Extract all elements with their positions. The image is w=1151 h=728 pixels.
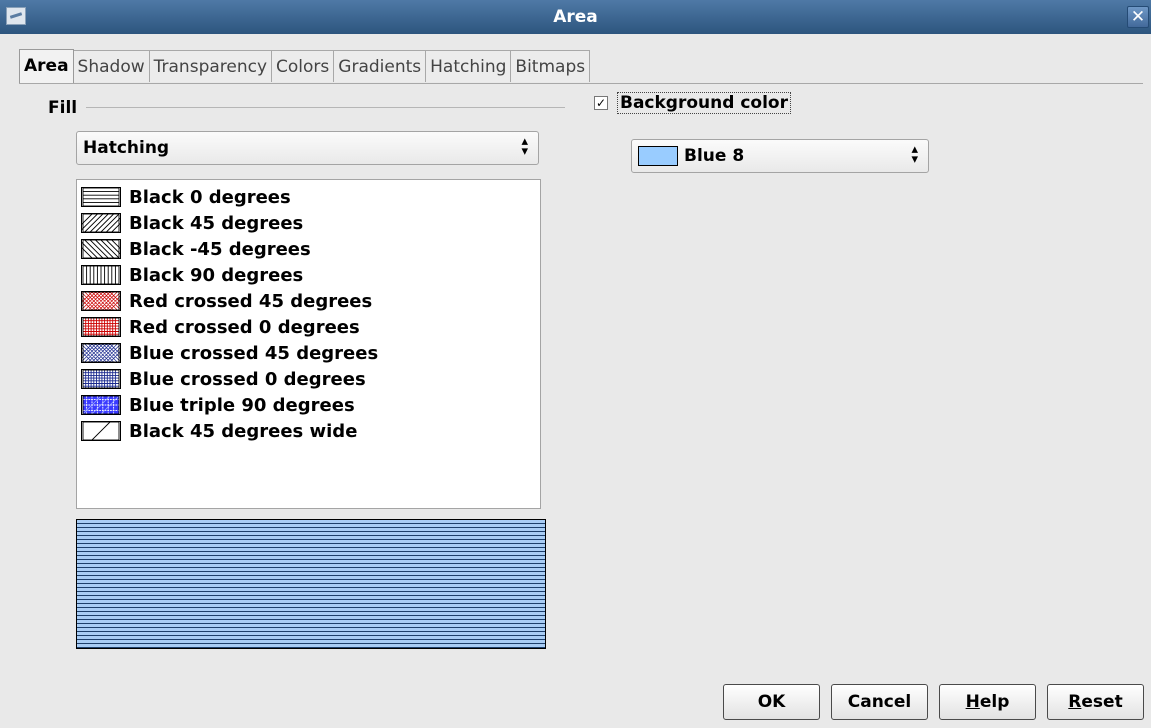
list-item-label: Black -45 degrees	[129, 238, 311, 260]
list-item-label: Red crossed 45 degrees	[129, 290, 373, 312]
cancel-button[interactable]: Cancel	[831, 684, 928, 720]
fill-type-select[interactable]: Hatching ▴ ▾	[76, 131, 539, 165]
list-item-label: Blue crossed 45 degrees	[129, 342, 379, 364]
hatch-black-45-wide-icon	[81, 421, 121, 441]
fill-section-rule	[86, 107, 565, 108]
hatch-blue-crossed-0-icon	[81, 369, 121, 389]
ok-button[interactable]: OK	[723, 684, 820, 720]
background-color-select[interactable]: Blue 8 ▴ ▾	[631, 139, 929, 173]
list-item[interactable]: Red crossed 45 degrees	[81, 288, 372, 314]
reset-label-rest: eset	[1081, 692, 1123, 712]
background-color-value: Blue 8	[684, 146, 745, 166]
tab-area[interactable]: Area	[19, 49, 74, 83]
list-item-label: Blue triple 90 degrees	[129, 394, 355, 416]
tab-shadow[interactable]: Shadow	[72, 50, 150, 82]
list-item[interactable]: Blue crossed 0 degrees	[81, 366, 366, 392]
title-bar: Area ✕	[0, 0, 1151, 34]
tab-bar: Area Shadow Transparency Colors Gradient…	[19, 49, 591, 83]
tab-bitmaps[interactable]: Bitmaps	[510, 50, 591, 82]
list-item-label: Black 45 degrees wide	[129, 420, 358, 442]
list-item[interactable]: Blue triple 90 degrees	[81, 392, 355, 418]
reset-button[interactable]: Reset	[1047, 684, 1144, 720]
fill-type-value: Hatching	[83, 138, 170, 158]
updown-arrows-icon: ▴ ▾	[521, 134, 528, 159]
list-item-label: Black 90 degrees	[129, 264, 304, 286]
tab-transparency[interactable]: Transparency	[148, 50, 273, 82]
background-color-label[interactable]: Background color	[617, 92, 791, 114]
hatch-black-90-icon	[81, 265, 121, 285]
window-title: Area	[553, 7, 598, 27]
hatch-black-45-icon	[81, 213, 121, 233]
list-item[interactable]: Red crossed 0 degrees	[81, 314, 360, 340]
tab-colors[interactable]: Colors	[271, 50, 335, 82]
tab-hatching[interactable]: Hatching	[425, 50, 512, 82]
list-item-label: Blue crossed 0 degrees	[129, 368, 366, 390]
hatch-preview	[76, 519, 546, 649]
list-item-label: Black 45 degrees	[129, 212, 304, 234]
list-item[interactable]: Blue crossed 45 degrees	[81, 340, 378, 366]
hatch-blue-crossed-45-icon	[81, 343, 121, 363]
color-swatch	[638, 146, 678, 166]
updown-arrows-icon: ▴ ▾	[911, 142, 918, 167]
help-label-rest: elp	[979, 692, 1010, 712]
help-mnemonic: H	[965, 692, 980, 712]
tab-divider	[19, 83, 1143, 84]
background-color-checkbox[interactable]: ✓	[594, 96, 608, 110]
hatch-blue-triple-90-icon	[81, 395, 121, 415]
fill-section-label: Fill	[48, 98, 78, 118]
close-button[interactable]: ✕	[1127, 6, 1149, 28]
hatch-black-minus45-icon	[81, 239, 121, 259]
list-item[interactable]: Black 0 degrees	[81, 184, 291, 210]
help-button[interactable]: Help	[939, 684, 1036, 720]
hatching-list[interactable]: Black 0 degrees Black 45 degrees Black -…	[76, 179, 541, 509]
list-item[interactable]: Black -45 degrees	[81, 236, 311, 262]
hatch-red-crossed-0-icon	[81, 317, 121, 337]
tab-gradients[interactable]: Gradients	[333, 50, 427, 82]
list-item[interactable]: Black 90 degrees	[81, 262, 303, 288]
hatch-red-crossed-45-icon	[81, 291, 121, 311]
list-item-label: Black 0 degrees	[129, 186, 291, 208]
hatch-black-0-icon	[81, 187, 121, 207]
list-item[interactable]: Black 45 degrees	[81, 210, 303, 236]
list-item[interactable]: Black 45 degrees wide	[81, 418, 357, 444]
reset-mnemonic: R	[1068, 692, 1082, 712]
list-item-label: Red crossed 0 degrees	[129, 316, 360, 338]
